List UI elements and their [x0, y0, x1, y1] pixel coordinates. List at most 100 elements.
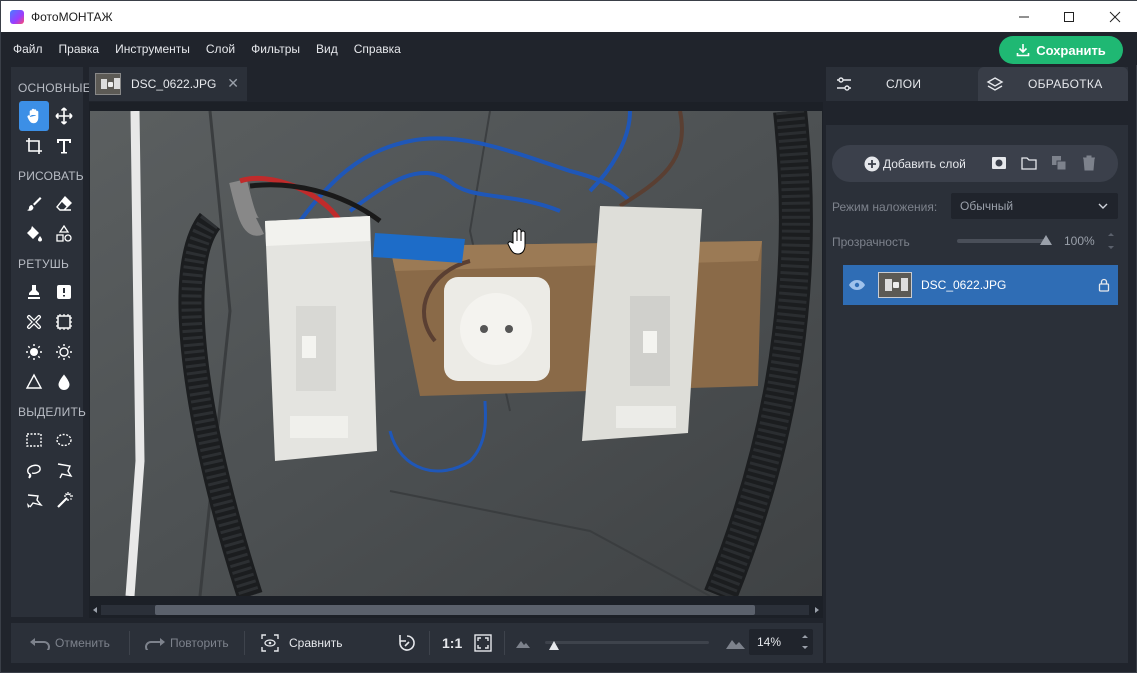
redo-label: Повторить [170, 636, 229, 650]
shapes-tool[interactable] [49, 219, 79, 249]
magic-wand-tool[interactable] [49, 485, 79, 515]
document-tab[interactable]: DSC_0622.JPG ✕ [89, 67, 247, 101]
rect-select-tool[interactable] [19, 425, 49, 455]
rotate-button[interactable] [397, 623, 417, 663]
zoom-slider[interactable] [545, 633, 710, 653]
eye-icon[interactable] [848, 279, 866, 291]
rotate-icon [399, 635, 415, 651]
zoom-input[interactable]: 14% [749, 629, 813, 655]
tab-layers[interactable]: СЛОИ [826, 67, 972, 101]
scroll-right-icon[interactable] [813, 602, 821, 618]
layers-icon [986, 77, 1004, 91]
hand-tool[interactable] [19, 101, 49, 131]
mask-icon[interactable] [991, 155, 1007, 171]
scrollbar-thumb[interactable] [155, 605, 755, 615]
duplicate-icon[interactable] [1051, 155, 1067, 171]
separator [504, 631, 506, 655]
panel-tab-strip [826, 101, 1128, 125]
plus-circle-icon [864, 156, 880, 171]
darken-tool[interactable] [49, 337, 79, 367]
undo-icon [30, 638, 50, 650]
magnetic-lasso-tool[interactable] [19, 485, 49, 515]
folder-icon[interactable] [1021, 155, 1037, 171]
text-icon [57, 139, 71, 154]
pixel-tool[interactable] [49, 307, 79, 337]
crop-icon [26, 138, 42, 154]
menu-help[interactable]: Справка [354, 42, 401, 56]
menu-file[interactable]: Файл [13, 42, 43, 56]
redo-button[interactable]: Повторить [144, 623, 244, 663]
fill-tool[interactable] [19, 219, 49, 249]
document-thumbnail [95, 73, 121, 95]
zoom-in-mountain-icon[interactable] [725, 636, 747, 650]
fill-icon [27, 226, 42, 242]
stamp-tool[interactable] [19, 277, 49, 307]
minimize-button[interactable] [1001, 1, 1047, 32]
move-icon [55, 107, 73, 125]
trash-icon[interactable] [1081, 155, 1097, 171]
pixel-icon [56, 314, 72, 330]
menu-filters[interactable]: Фильтры [251, 42, 300, 56]
layer-thumbnail [878, 272, 912, 298]
darken-icon [56, 344, 72, 360]
blend-mode-select[interactable]: Обычный [951, 193, 1118, 219]
close-button[interactable] [1092, 1, 1137, 32]
zoom-slider-track[interactable] [545, 641, 710, 644]
text-tool[interactable] [49, 131, 79, 161]
lasso-tool[interactable] [19, 455, 49, 485]
fit-screen-button[interactable] [474, 623, 492, 663]
polygon-lasso-tool[interactable] [49, 455, 79, 485]
menu-tools[interactable]: Инструменты [115, 42, 190, 56]
actual-size-button[interactable]: 1:1 [442, 623, 462, 663]
add-layer-button[interactable]: Добавить слой [864, 156, 966, 172]
horizontal-scrollbar[interactable] [89, 602, 823, 618]
brighten-tool[interactable] [19, 337, 49, 367]
add-layer-label: Добавить слой [883, 156, 966, 171]
undo-button[interactable]: Отменить [29, 623, 129, 663]
zoom-slider-knob[interactable] [549, 641, 560, 650]
chevron-down-icon [1098, 203, 1108, 209]
eraser-icon [56, 195, 72, 211]
app-logo-icon [10, 9, 24, 24]
close-tab-icon[interactable]: ✕ [227, 75, 239, 92]
compare-button[interactable]: Сравнить [261, 623, 361, 663]
menu-view[interactable]: Вид [316, 42, 338, 56]
tool-section-title: ВЫДЕЛИТЬ [18, 405, 87, 419]
maximize-icon [1064, 11, 1074, 22]
right-panel: СЛОИ ОБРАБОТКА Добавить слой Режим налож… [826, 67, 1128, 663]
bottom-toolbar: Отменить Повторить Сравнить 1:1 14% [11, 623, 823, 663]
opacity-slider-knob[interactable] [1040, 235, 1052, 245]
zoom-spinner-icon[interactable] [801, 632, 809, 652]
sharpen-tool[interactable] [19, 367, 49, 397]
blur-tool[interactable] [49, 367, 79, 397]
menu-layer[interactable]: Слой [206, 42, 235, 56]
brush-tool[interactable] [19, 189, 49, 219]
tool-section-title: РИСОВАТЬ [18, 169, 84, 183]
tab-processing-label: ОБРАБОТКА [1028, 77, 1103, 91]
crop-tool[interactable] [19, 131, 49, 161]
layer-item[interactable]: DSC_0622.JPG [843, 265, 1118, 305]
opacity-slider-track[interactable] [957, 239, 1047, 243]
maximize-button[interactable] [1046, 1, 1092, 32]
tool-panel: ОСНОВНЫЕ РИСОВАТЬ РЕТУШЬ ВЫДЕЛИТЬ [11, 67, 91, 617]
zoom-out-mountain-icon[interactable] [515, 637, 533, 649]
layer-toolbar: Добавить слой [832, 145, 1118, 182]
sharpen-icon [25, 373, 43, 389]
tab-processing[interactable]: ОБРАБОТКА [978, 67, 1128, 101]
menu-edit[interactable]: Правка [59, 42, 100, 56]
save-button[interactable]: Сохранить [999, 36, 1123, 64]
opacity-value[interactable]: 100% [1064, 234, 1108, 248]
panel-tabs: СЛОИ ОБРАБОТКА [826, 67, 1128, 101]
patch-icon [27, 315, 41, 329]
scroll-left-icon[interactable] [91, 602, 99, 618]
move-tool[interactable] [49, 101, 79, 131]
opacity-spinner-icon[interactable] [1107, 229, 1115, 253]
healing-tool[interactable] [49, 277, 79, 307]
canvas-area[interactable] [89, 102, 823, 602]
eraser-tool[interactable] [49, 189, 79, 219]
lock-icon[interactable] [1098, 278, 1110, 292]
ellipse-select-tool[interactable] [49, 425, 79, 455]
patch-tool[interactable] [19, 307, 49, 337]
blend-mode-label: Режим наложения: [832, 200, 938, 214]
compare-eye-icon [261, 634, 279, 652]
